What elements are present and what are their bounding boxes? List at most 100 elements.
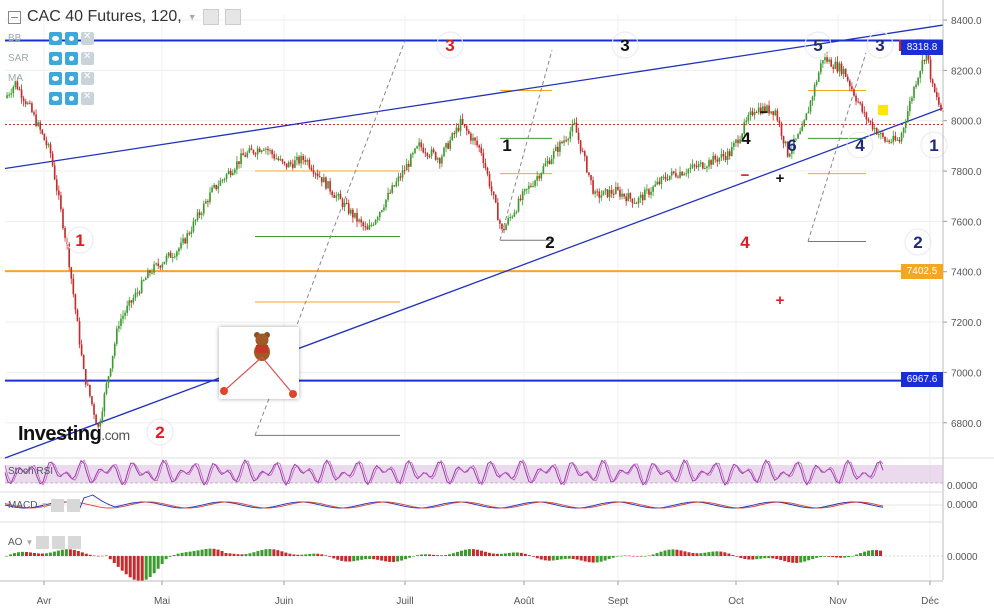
gear-icon[interactable] (52, 536, 66, 549)
gear-icon[interactable] (65, 92, 78, 105)
gear-icon[interactable] (65, 32, 78, 45)
candle-body (120, 318, 122, 326)
eye-icon[interactable] (51, 499, 65, 512)
macd-label[interactable]: MACD ▼ (8, 499, 81, 512)
candle-body (921, 60, 924, 72)
gear-icon[interactable] (65, 52, 78, 65)
candle-body (58, 190, 60, 196)
candle-body (909, 101, 911, 112)
candle-body (70, 267, 73, 279)
ao-bar (280, 551, 284, 556)
ao-bar (16, 552, 20, 556)
candle-body (105, 383, 108, 394)
eye-icon[interactable] (49, 72, 62, 85)
gear-icon[interactable] (65, 72, 78, 85)
ao-bar (507, 552, 511, 556)
ao-bar (583, 556, 587, 562)
close-icon[interactable] (68, 536, 82, 549)
ao-bar (400, 556, 404, 561)
indicator-row-ma[interactable]: MA (8, 71, 94, 85)
candle-body (873, 128, 876, 130)
ao-bar (739, 556, 743, 559)
ao-bar (124, 556, 128, 575)
lower-trend-line (4, 107, 944, 459)
ao-bar (288, 553, 292, 556)
candle-body (300, 155, 302, 164)
wave-label: 4 (855, 136, 865, 155)
candle-body (710, 160, 712, 165)
candle-body (896, 139, 899, 141)
dropdown-caret-icon[interactable]: ▼ (25, 538, 33, 547)
candle-body (797, 134, 799, 139)
indicator-row-sar[interactable]: SAR (8, 51, 94, 65)
ao-bar (795, 556, 799, 563)
candle-body (420, 142, 423, 148)
candle-body (546, 160, 549, 164)
wave-label: 3 (445, 36, 454, 55)
eye-icon[interactable] (36, 536, 50, 549)
ao-bar (212, 548, 216, 556)
x-tick-label: Juill (396, 596, 413, 607)
ao-label[interactable]: AO ▼ (8, 536, 82, 549)
ao-bar (220, 551, 224, 556)
candle-body (811, 96, 814, 101)
candle-body (615, 186, 617, 195)
collapse-icon[interactable] (8, 10, 21, 24)
eye-icon[interactable] (49, 52, 62, 65)
candle-body (277, 158, 280, 161)
close-icon[interactable] (81, 51, 94, 65)
close-icon[interactable] (81, 71, 94, 85)
wave-label: 1 (502, 136, 511, 155)
y-tick-label: 7800.0 (951, 167, 982, 178)
candle-body (923, 60, 926, 62)
dropdown-caret-icon[interactable]: ▼ (188, 12, 197, 22)
gear-icon[interactable] (67, 499, 81, 512)
candle-body (863, 111, 866, 113)
ao-bar (479, 550, 483, 556)
candle-body (904, 122, 907, 128)
stoch-rsi-label[interactable]: Stoch RSI (8, 466, 53, 477)
candle-body (443, 147, 445, 157)
dropdown-caret-icon[interactable]: ▼ (40, 501, 48, 510)
indicator-row-4[interactable] (8, 91, 94, 105)
candle-body (62, 209, 64, 229)
candle-body (720, 154, 723, 158)
candle-body (362, 222, 365, 227)
ao-bar (503, 553, 507, 556)
indicator-row-bb[interactable]: BB (8, 31, 94, 45)
candle-body (467, 130, 470, 134)
candle-body (463, 124, 466, 127)
candle-body (940, 104, 942, 111)
close-icon[interactable] (81, 31, 94, 45)
ao-bar (316, 553, 320, 556)
candle-body (888, 140, 890, 143)
candle-body (884, 136, 886, 142)
ao-bar (515, 552, 519, 556)
candle-body (381, 210, 383, 212)
candle-body (815, 81, 818, 85)
candle-body (252, 150, 255, 154)
candle-body (528, 185, 530, 189)
ao-bar (839, 556, 843, 558)
candle-body (238, 161, 240, 165)
ao-bar (408, 556, 412, 558)
projection-lines (254, 40, 867, 436)
candle-body (451, 133, 454, 141)
candle-body (167, 252, 170, 256)
close-icon[interactable] (81, 91, 94, 105)
candle-body (919, 71, 922, 78)
eye-icon[interactable] (49, 32, 62, 45)
ao-bar (647, 555, 651, 557)
candle-body (824, 57, 826, 61)
candle-body (389, 192, 391, 194)
ao-bar (863, 551, 867, 556)
wave-label: 3 (620, 36, 629, 55)
price-chart[interactable]: 12331244564312RR−++− 8400.08200.08000.07… (0, 0, 994, 611)
candle-body (205, 201, 207, 204)
candle-body (302, 155, 305, 161)
candle-body (352, 209, 354, 218)
visibility-icon[interactable] (202, 9, 219, 25)
settings-icon[interactable] (224, 9, 241, 25)
eye-icon[interactable] (49, 92, 62, 105)
y-tick-label: 8200.0 (951, 66, 982, 77)
